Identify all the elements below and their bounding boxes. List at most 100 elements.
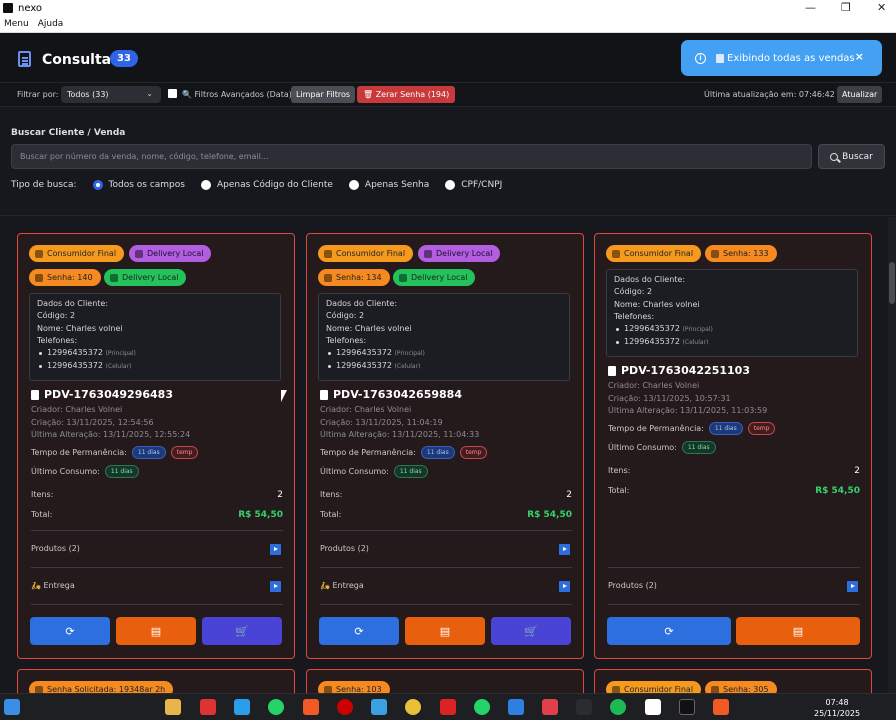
chip-delivery-local: Delivery Local xyxy=(104,269,187,286)
window-titlebar: nexo — ❐ ✕ xyxy=(0,0,896,16)
divider xyxy=(320,604,572,605)
app-icon[interactable] xyxy=(440,699,456,715)
mouse-cursor xyxy=(281,390,287,402)
expand-products-icon[interactable] xyxy=(559,544,570,555)
filter-bar: Filtrar por: Todos (33) ⌄ 🔍 Filtros Avanç… xyxy=(0,83,896,107)
whatsapp-icon[interactable] xyxy=(474,699,490,715)
print-sale-button[interactable]: ▤ xyxy=(116,617,196,645)
radio-all-fields-label[interactable]: Todos os campos xyxy=(109,180,185,190)
phone-item: 12996435372 (Celular) xyxy=(37,360,273,373)
expand-delivery-icon[interactable] xyxy=(270,581,281,592)
radio-cpf-cnpj[interactable] xyxy=(445,180,456,190)
client-code: Código: 2 xyxy=(326,311,365,321)
notion-icon[interactable] xyxy=(645,699,661,715)
mail-icon[interactable] xyxy=(337,699,353,715)
filter-select[interactable]: Todos (33) ⌄ xyxy=(61,86,161,103)
maximize-button[interactable]: ❐ xyxy=(841,1,851,14)
cart-button[interactable]: 🛒 xyxy=(202,617,282,645)
phone-item: 12996435372 (Principal) xyxy=(37,347,273,360)
sale-meta: Criador: Charles Volnei Criação: 13/11/20… xyxy=(31,405,191,439)
toast-close-button[interactable]: × xyxy=(855,50,864,63)
radio-password[interactable] xyxy=(348,180,359,190)
whatsapp-icon[interactable] xyxy=(268,699,284,715)
vscode-icon[interactable] xyxy=(508,699,524,715)
advanced-filters-checkbox[interactable] xyxy=(168,89,177,98)
window-title: nexo xyxy=(18,2,43,14)
permanence-badge: 11 dias xyxy=(131,446,166,459)
app-icon[interactable] xyxy=(371,699,387,715)
ticket-icon xyxy=(35,273,43,282)
radio-client-code-label[interactable]: Apenas Código do Cliente xyxy=(217,180,333,190)
products-toggle[interactable]: Produtos (2) xyxy=(31,544,283,553)
scrollbar[interactable] xyxy=(888,217,896,693)
close-window-button[interactable]: ✕ xyxy=(877,1,886,14)
radio-client-code[interactable] xyxy=(200,180,211,190)
refresh-button[interactable]: Atualizar xyxy=(837,86,883,103)
app-icon[interactable] xyxy=(576,699,592,715)
sales-grid: Consumidor Final Delivery Local Senha: 1… xyxy=(0,217,888,693)
divider xyxy=(608,567,860,568)
app-icon xyxy=(3,3,13,13)
consumo-badge: 11 dias xyxy=(681,441,716,454)
chip-consumer: Consumidor Final xyxy=(29,245,125,262)
radio-all-fields[interactable] xyxy=(92,180,103,190)
search-button[interactable]: Buscar xyxy=(818,144,885,169)
expand-products-icon[interactable] xyxy=(270,544,281,555)
delivery-icon xyxy=(424,249,432,258)
receipt-icon xyxy=(31,389,39,400)
divider xyxy=(31,604,283,605)
brave-icon[interactable] xyxy=(713,699,729,715)
document-icon xyxy=(18,51,31,67)
print-sale-button[interactable]: ▤ xyxy=(736,617,860,645)
delivery-toggle[interactable]: 🛵 Entrega xyxy=(320,581,572,590)
nexo-app-icon[interactable] xyxy=(679,699,695,715)
chip-consumer: Consumidor Final xyxy=(606,681,702,693)
sale-card: Senha: 103 xyxy=(306,669,584,693)
products-toggle[interactable]: Produtos (2) xyxy=(320,544,572,553)
receipt-icon xyxy=(320,389,328,400)
brave-icon[interactable] xyxy=(303,699,319,715)
chip-password-requested: Senha Solicitada: 19348ar 2h xyxy=(29,681,174,693)
app-icon[interactable] xyxy=(200,699,216,715)
cart-button[interactable]: 🛒 xyxy=(491,617,571,645)
chevron-down-icon: ⌄ xyxy=(146,89,153,98)
search-input[interactable] xyxy=(11,144,812,169)
chip-delivery-local: Delivery Local xyxy=(393,269,476,286)
client-title: Dados do Cliente: xyxy=(614,275,686,284)
radio-password-label[interactable]: Apenas Senha xyxy=(365,180,429,190)
refresh-sale-button[interactable]: ⟳ xyxy=(30,617,110,645)
refresh-sale-button[interactable]: ⟳ xyxy=(319,617,399,645)
clock[interactable]: 07:48 25/11/2025 xyxy=(814,697,860,719)
menu-item-menu[interactable]: Menu xyxy=(4,19,29,29)
file-explorer-icon[interactable] xyxy=(165,699,181,715)
truck-icon xyxy=(110,273,118,282)
app-icon[interactable] xyxy=(542,699,558,715)
chrome-icon[interactable] xyxy=(405,699,421,715)
print-sale-button[interactable]: ▤ xyxy=(405,617,485,645)
menu-item-ajuda[interactable]: Ajuda xyxy=(38,19,64,29)
refresh-sale-button[interactable]: ⟳ xyxy=(607,617,731,645)
user-icon xyxy=(324,249,332,258)
client-phones-label: Telefones: xyxy=(326,335,367,345)
reset-password-button[interactable]: 🗑 Zerar Senha (194) xyxy=(357,86,456,103)
scrollbar-thumb[interactable] xyxy=(889,262,895,304)
expand-products-icon[interactable] xyxy=(847,581,858,592)
chip-consumer: Consumidor Final xyxy=(606,245,702,262)
windows-start-icon[interactable] xyxy=(4,699,20,715)
sale-card: Consumidor Final Delivery Local Senha: 1… xyxy=(17,233,295,659)
client-title: Dados do Cliente: xyxy=(326,299,398,308)
clear-filters-button[interactable]: Limpar Filtros xyxy=(291,86,356,103)
radio-cpf-cnpj-label[interactable]: CPF/CNPJ xyxy=(461,180,502,190)
products-toggle[interactable]: Produtos (2) xyxy=(608,581,860,590)
receipt-icon xyxy=(608,365,616,376)
delivery-toggle[interactable]: 🛵 Entrega xyxy=(31,581,283,590)
sale-meta: Criador: Charles Volnei Criação: 13/11/20… xyxy=(320,405,480,439)
advanced-filters-label[interactable]: 🔍 Filtros Avançados (Data) xyxy=(182,90,292,99)
permanence-badge: 11 dias xyxy=(420,446,455,459)
truck-icon xyxy=(399,273,407,282)
minimize-button[interactable]: — xyxy=(805,1,816,14)
items-row: Itens: 2 xyxy=(31,490,283,500)
expand-delivery-icon[interactable] xyxy=(559,581,570,592)
app-icon[interactable] xyxy=(234,699,250,715)
spotify-icon[interactable] xyxy=(610,699,626,715)
